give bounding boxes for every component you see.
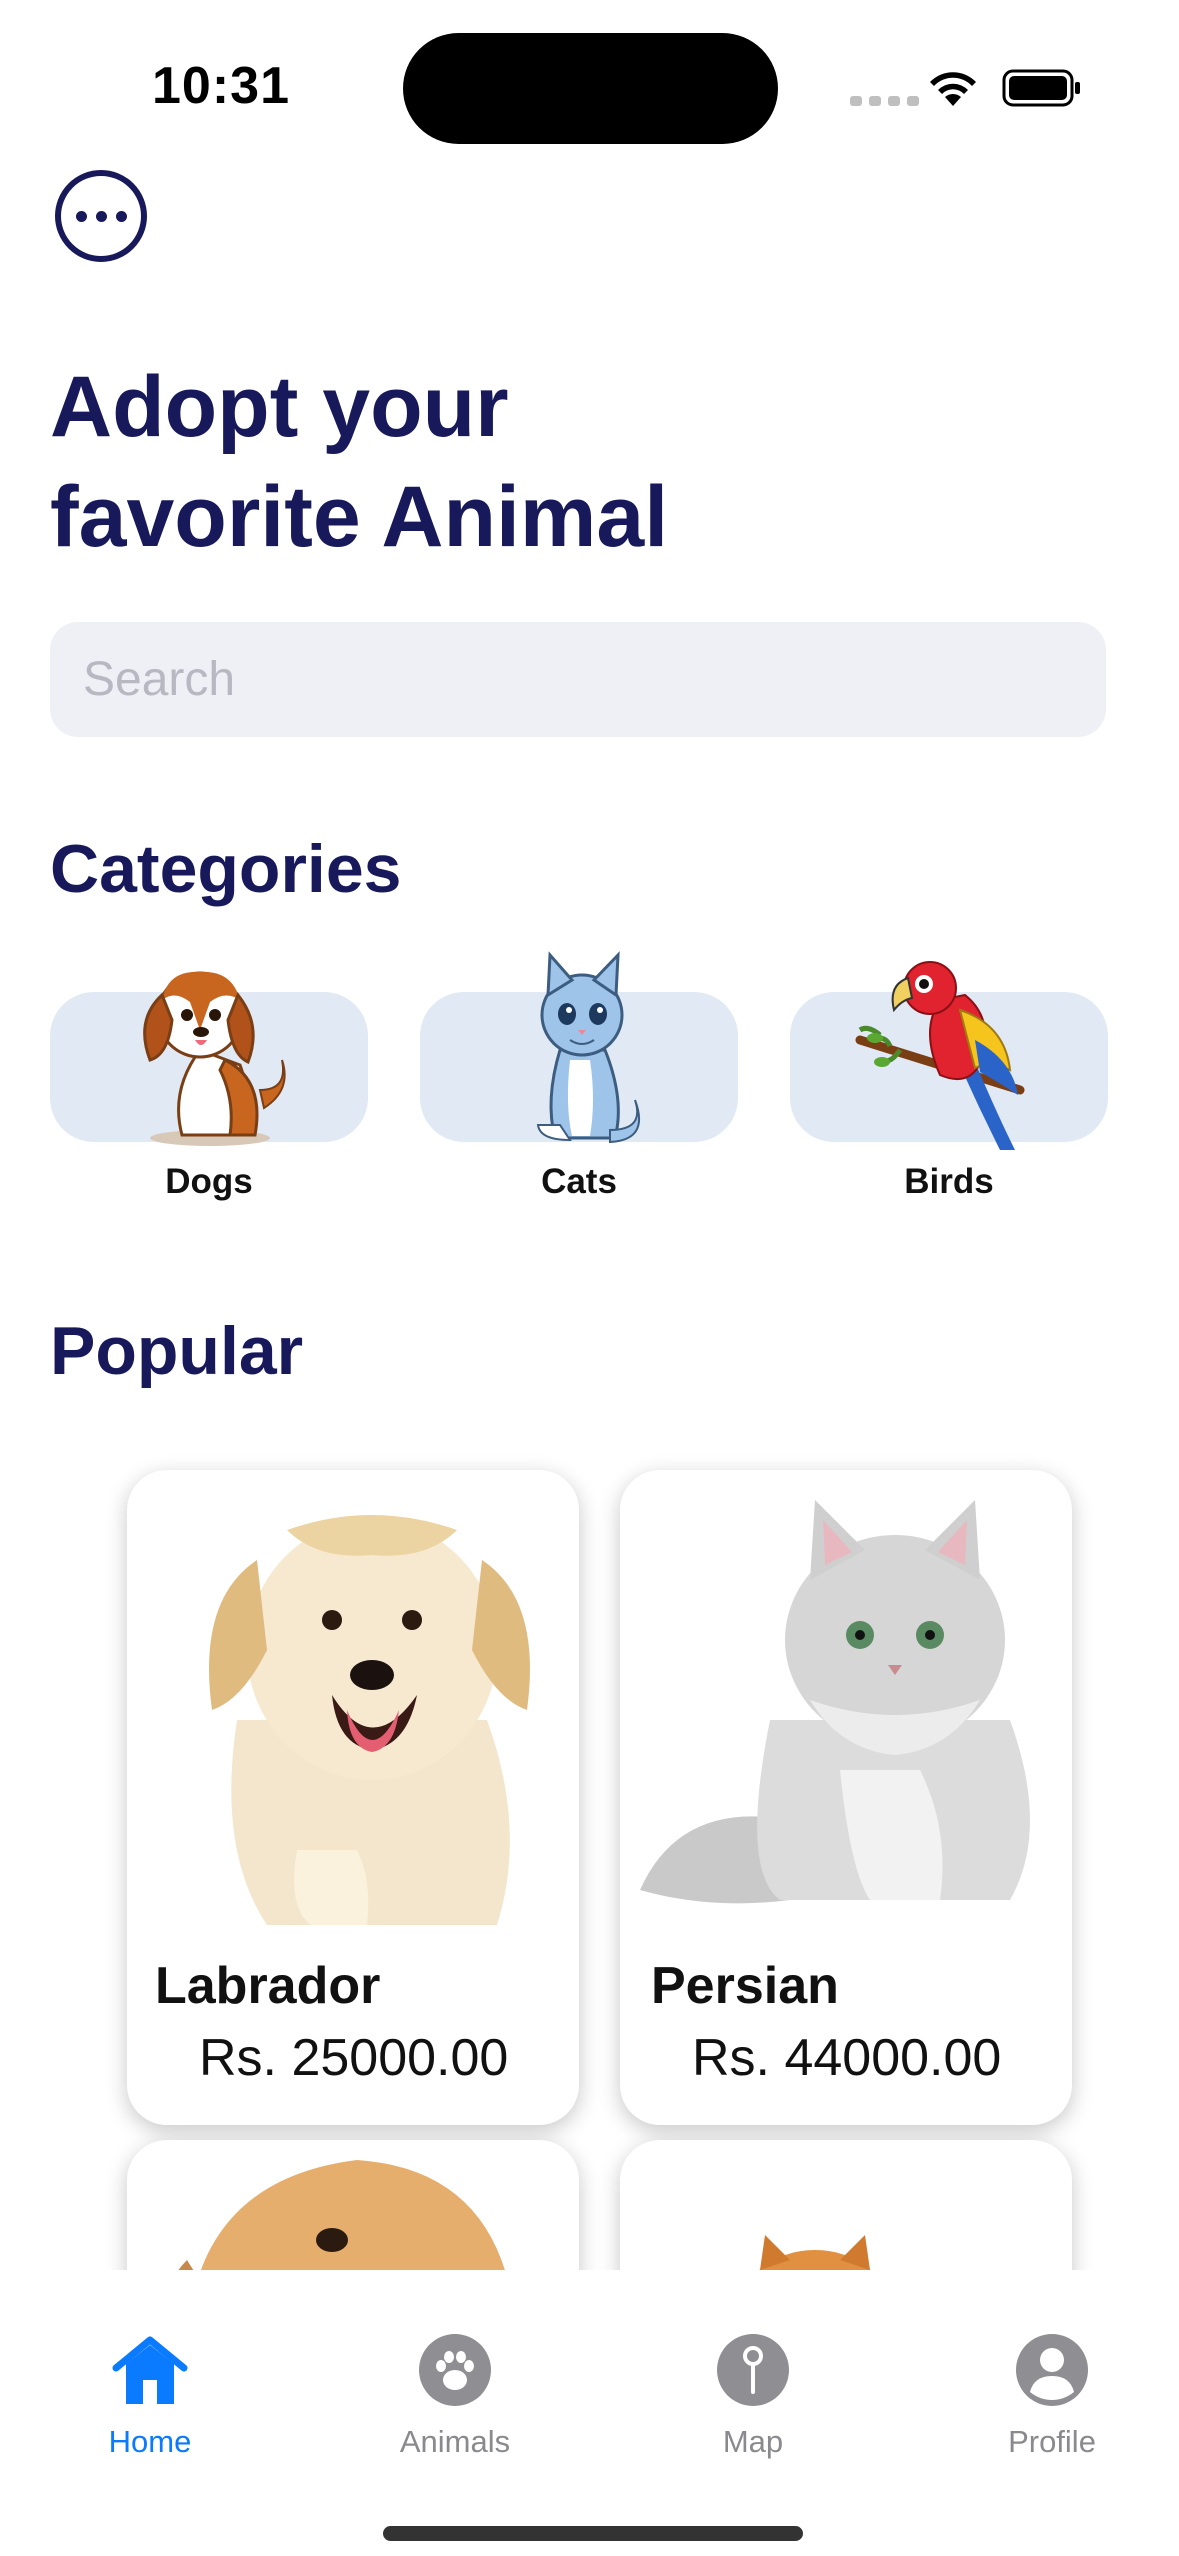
- page-title-line-2: favorite Animal: [50, 469, 669, 565]
- status-time: 10:31: [152, 57, 290, 115]
- page-title-line-1: Adopt your: [50, 359, 509, 455]
- dog-icon: [143, 971, 286, 1146]
- pet-name: Labrador: [155, 1957, 381, 2015]
- pet-price: Rs. 25000.00: [199, 2029, 509, 2087]
- map-pin-icon: [717, 2334, 789, 2406]
- person-icon: [1016, 2334, 1088, 2406]
- popular-heading: Popular: [50, 1313, 304, 1389]
- category-label: Birds: [904, 1162, 994, 1201]
- tab-label: Profile: [1008, 2424, 1096, 2459]
- category-dogs[interactable]: Dogs: [50, 940, 368, 1201]
- category-birds[interactable]: Birds: [790, 940, 1108, 1201]
- parrot-icon: [855, 961, 1025, 1150]
- tab-label: Animals: [399, 2424, 511, 2459]
- cat-icon: [536, 951, 640, 1144]
- tab-label: Map: [722, 2424, 784, 2459]
- paw-icon: [419, 2334, 491, 2406]
- tab-profile[interactable]: Profile: [952, 2330, 1152, 2460]
- tab-animals[interactable]: Animals: [355, 2330, 555, 2460]
- pet-card-labrador[interactable]: Labrador Rs. 25000.00: [127, 1470, 579, 2125]
- house-icon: [112, 2336, 188, 2404]
- pet-card-persian[interactable]: Persian Rs. 44000.00: [620, 1470, 1072, 2125]
- categories-heading: Categories: [50, 831, 402, 907]
- tab-label: Home: [108, 2424, 192, 2459]
- category-label: Cats: [541, 1162, 617, 1201]
- battery-icon: [1002, 69, 1080, 107]
- labrador-puppy-image: [209, 1515, 530, 1925]
- cellular-signal-icon: [850, 96, 919, 106]
- home-indicator[interactable]: [383, 2526, 803, 2541]
- more-options-button[interactable]: [55, 170, 147, 262]
- pet-name: Persian: [651, 1957, 839, 2015]
- page-title: Adopt your favorite Animal: [50, 352, 1050, 572]
- ellipsis-icon: [75, 210, 87, 222]
- pet-price: Rs. 44000.00: [692, 2029, 1002, 2087]
- dynamic-island: [403, 33, 778, 144]
- wifi-icon: [930, 72, 976, 106]
- persian-cat-image: [640, 1500, 1030, 1904]
- search-input[interactable]: [50, 622, 1106, 737]
- tab-home[interactable]: Home: [50, 2330, 250, 2460]
- category-label: Dogs: [165, 1162, 253, 1201]
- category-cats[interactable]: Cats: [420, 940, 738, 1201]
- tab-map[interactable]: Map: [653, 2330, 853, 2460]
